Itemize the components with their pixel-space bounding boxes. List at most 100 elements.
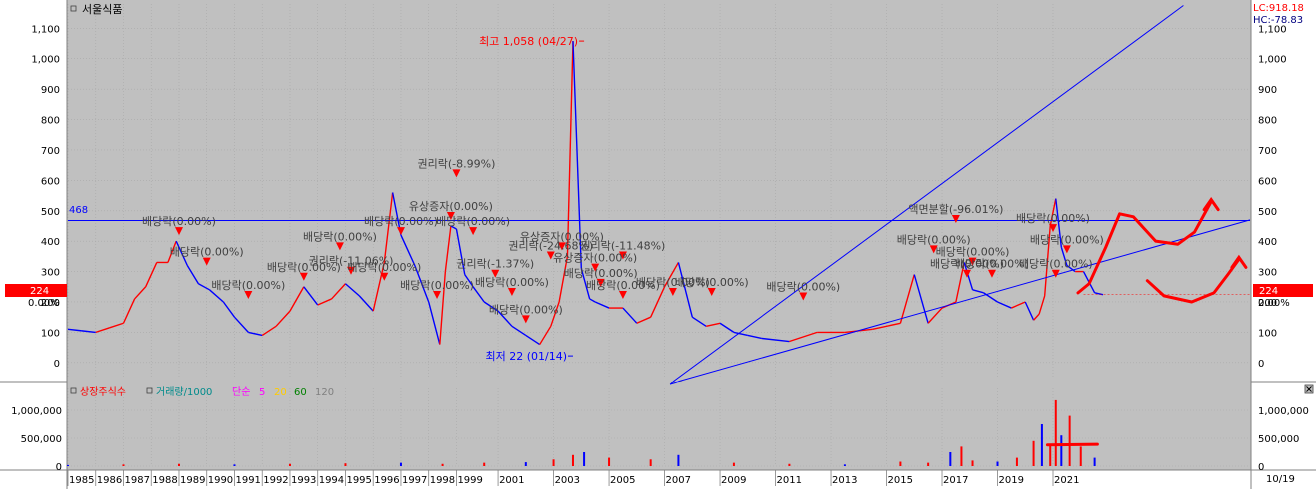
x-close-icon[interactable] — [1304, 384, 1314, 394]
volume-bar — [67, 464, 69, 466]
legend-ma60: 60 — [294, 387, 307, 398]
legend-ma5: 5 — [259, 387, 265, 398]
corporate-action-label: 배당락(0.00%) — [475, 276, 549, 289]
corporate-action-label: 배당락(0.00%) — [142, 215, 216, 228]
volume-bar — [608, 457, 611, 466]
volume-bar — [1068, 415, 1071, 466]
volume-bar — [649, 459, 652, 466]
corporate-action-label: 배당락(0.00%) — [303, 230, 377, 243]
price-ytick-right: 800 — [1258, 116, 1277, 127]
price-ytick-right: 900 — [1258, 85, 1277, 96]
volume-bar — [571, 454, 574, 466]
volume-bar — [524, 462, 527, 466]
price-ytick-left: 900 — [41, 85, 60, 96]
price-ytick-left: 0 — [54, 359, 60, 370]
price-ytick-left: 300 — [41, 268, 60, 279]
volume-bar — [399, 462, 402, 466]
volume-bar — [583, 452, 586, 466]
x-year-label: 1998 — [430, 475, 455, 486]
corporate-action-label: 배당락(0.00%) — [897, 233, 971, 246]
x-year-label: 2011 — [777, 475, 802, 486]
volume-ytick-right: 500,000 — [1258, 434, 1299, 445]
volume-legend: 상장주식수 거래량/1000 단순 5 20 60 120 — [70, 386, 334, 398]
x-year-label: 1997 — [402, 475, 427, 486]
corporate-action-label: 권리락(-1.37%) — [456, 258, 534, 271]
price-ytick-right: 700 — [1258, 146, 1277, 157]
stock-chart: 최고 1,058 (04/27)최저 22 (01/14)배당락(0.00%)배… — [0, 0, 1316, 489]
corporate-action-label: 배당락(0.00%) — [1030, 233, 1104, 246]
price-ytick-left: 1,000 — [31, 55, 60, 66]
volume-bar — [1054, 399, 1057, 466]
corporate-action-label: 배당락(0.00%) — [564, 267, 638, 280]
price-ytick-left: 500 — [41, 207, 60, 218]
volume-bar — [122, 464, 125, 466]
x-year-label: 2007 — [666, 475, 691, 486]
volume-bar — [288, 463, 291, 466]
volume-bar — [177, 463, 180, 466]
extreme-annotation: 최저 22 (01/14) — [485, 350, 567, 363]
x-year-label: 1988 — [152, 475, 177, 486]
volume-bar — [677, 454, 680, 466]
corporate-action-label: 배당락(0.00%) — [1019, 258, 1093, 271]
current-price-left: 224 — [30, 286, 49, 297]
volume-bar — [441, 463, 444, 466]
volume-bar — [732, 462, 735, 466]
legend-listed-shares: 상장주식수 — [80, 386, 126, 398]
handdrawn-volume-mark — [1045, 442, 1099, 447]
volume-bar — [949, 452, 952, 466]
hc-label: HC:-78.83 — [1253, 15, 1303, 26]
corporate-action-label: 권리락(-11.48%) — [580, 239, 665, 252]
price-ytick-left: 100 — [41, 328, 60, 339]
volume-bar — [1040, 424, 1043, 466]
chart-title: 서울식품 — [82, 3, 122, 16]
x-year-label: 1986 — [97, 475, 122, 486]
price-ytick-right: 100 — [1258, 328, 1277, 339]
lc-label: LC:918.18 — [1253, 3, 1304, 14]
volume-bar — [960, 446, 963, 466]
corporate-action-label: 권리락(-8.99%) — [418, 157, 496, 170]
volume-bar — [1079, 446, 1082, 466]
left-pct-label: 0.00% — [28, 298, 60, 309]
volume-bar — [1060, 435, 1063, 466]
price-ytick-right: 600 — [1258, 176, 1277, 187]
corporate-action-label: 배당락(0.00%) — [955, 258, 1029, 271]
legend-ma20: 20 — [274, 387, 287, 398]
price-ytick-right: 0 — [1258, 359, 1264, 370]
volume-bar — [552, 459, 555, 466]
volume-bar — [1032, 440, 1035, 466]
price-ytick-left: 600 — [41, 176, 60, 187]
volume-ytick-right: 1,000,000 — [1258, 406, 1309, 417]
volume-bar — [233, 464, 236, 466]
corporate-action-label: 배당락(0.00%) — [489, 303, 563, 316]
price-ytick-left: 1,100 — [31, 24, 60, 35]
price-ytick-right: 1,000 — [1258, 55, 1287, 66]
price-ytick-right: 300 — [1258, 268, 1277, 279]
x-year-label: 2001 — [499, 475, 524, 486]
extreme-annotation: 최고 1,058 (04/27) — [479, 35, 578, 48]
legend-simple: 단순 — [232, 386, 250, 398]
x-year-label: 1990 — [208, 475, 233, 486]
corporate-action-label: 액면분할(-96.01%) — [908, 203, 1003, 216]
volume-bar — [927, 462, 930, 466]
x-year-label: 1989 — [180, 475, 205, 486]
volume-bar — [344, 463, 347, 466]
corporate-action-label: 배당락(0.00%) — [1016, 212, 1090, 225]
legend-volume: 거래량/1000 — [156, 386, 212, 398]
corporate-action-label: 배당락(0.00%) — [766, 281, 840, 294]
x-year-label: 2017 — [943, 475, 968, 486]
x-year-label: 1985 — [69, 475, 94, 486]
volume-bar — [996, 461, 999, 466]
price-ytick-right: 500 — [1258, 207, 1277, 218]
x-year-label: 1995 — [346, 475, 371, 486]
volume-bar — [971, 460, 974, 466]
x-year-label: 1996 — [374, 475, 399, 486]
corporate-action-label: 배당락(0.00%) — [436, 215, 510, 228]
x-year-label: 1991 — [235, 475, 260, 486]
price-ytick-right: 400 — [1258, 237, 1277, 248]
corporate-action-label: 배당락(0.00%) — [936, 246, 1010, 259]
x-year-label: 1999 — [457, 475, 482, 486]
volume-bar — [1049, 444, 1052, 466]
x-year-label: 1992 — [263, 475, 288, 486]
corporate-action-label: 배당락(0.00%) — [347, 261, 421, 274]
x-year-label: 2021 — [1054, 475, 1079, 486]
